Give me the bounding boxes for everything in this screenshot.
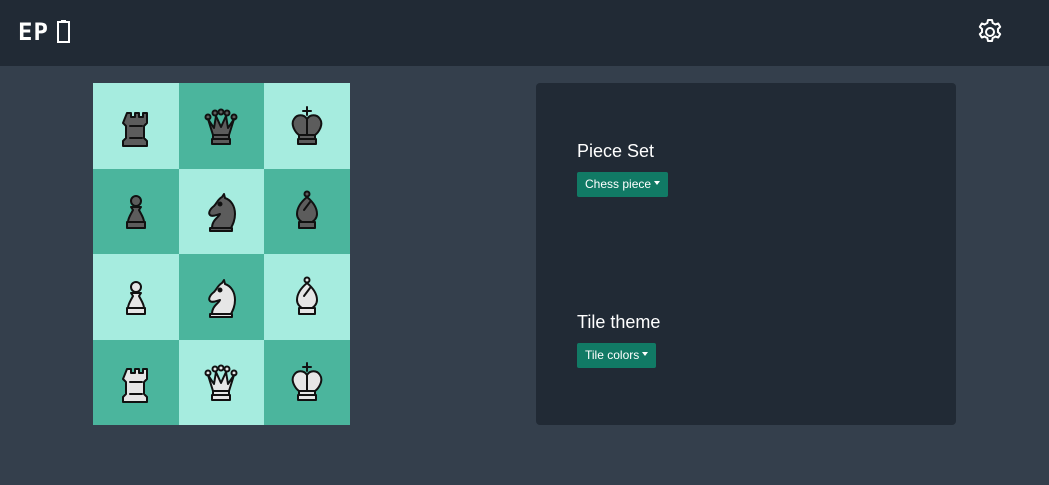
white-king-icon [284, 359, 330, 405]
black-king-icon [284, 103, 330, 149]
white-bishop-icon [284, 274, 330, 320]
top-navbar: EP [0, 0, 1049, 66]
board-tile [264, 254, 350, 340]
white-queen-icon [198, 359, 244, 405]
board-tile [178, 254, 265, 340]
caret-down-icon [654, 180, 661, 185]
logo-text: EP [18, 18, 49, 46]
tile-theme-dropdown-label: Tile colors [585, 348, 640, 362]
caret-down-icon [642, 351, 649, 356]
board-tile [264, 83, 350, 169]
board-tile [93, 83, 179, 169]
white-pawn-icon [113, 274, 159, 320]
board-tile [264, 168, 350, 254]
board-tile [93, 254, 179, 340]
piece-set-dropdown-button[interactable]: Chess piece [577, 172, 669, 197]
board-tile [178, 83, 265, 169]
app-logo[interactable]: EP [18, 18, 75, 46]
settings-gear-icon[interactable] [975, 17, 1005, 47]
black-knight-icon [198, 188, 244, 234]
board-tile [178, 168, 265, 254]
black-rook-icon [113, 103, 159, 149]
black-bishop-icon [284, 188, 330, 234]
piece-set-dropdown-label: Chess piece [585, 177, 652, 191]
settings-panel: Piece Set Chess piece Tile theme Tile co… [536, 83, 956, 425]
piece-set-title: Piece Set [577, 141, 655, 161]
chess-piece-preview-board [93, 83, 350, 425]
board-tile [93, 168, 179, 254]
tile-theme-title: Tile theme [577, 312, 661, 332]
tile-theme-dropdown-button[interactable]: Tile colors [577, 343, 657, 368]
white-rook-icon [113, 359, 159, 405]
black-pawn-icon [113, 188, 159, 234]
board-tile [264, 339, 350, 425]
board-tile [178, 339, 265, 425]
black-queen-icon [198, 103, 244, 149]
white-knight-icon [198, 274, 244, 320]
book-outline-icon [53, 18, 75, 46]
board-tile [93, 339, 179, 425]
